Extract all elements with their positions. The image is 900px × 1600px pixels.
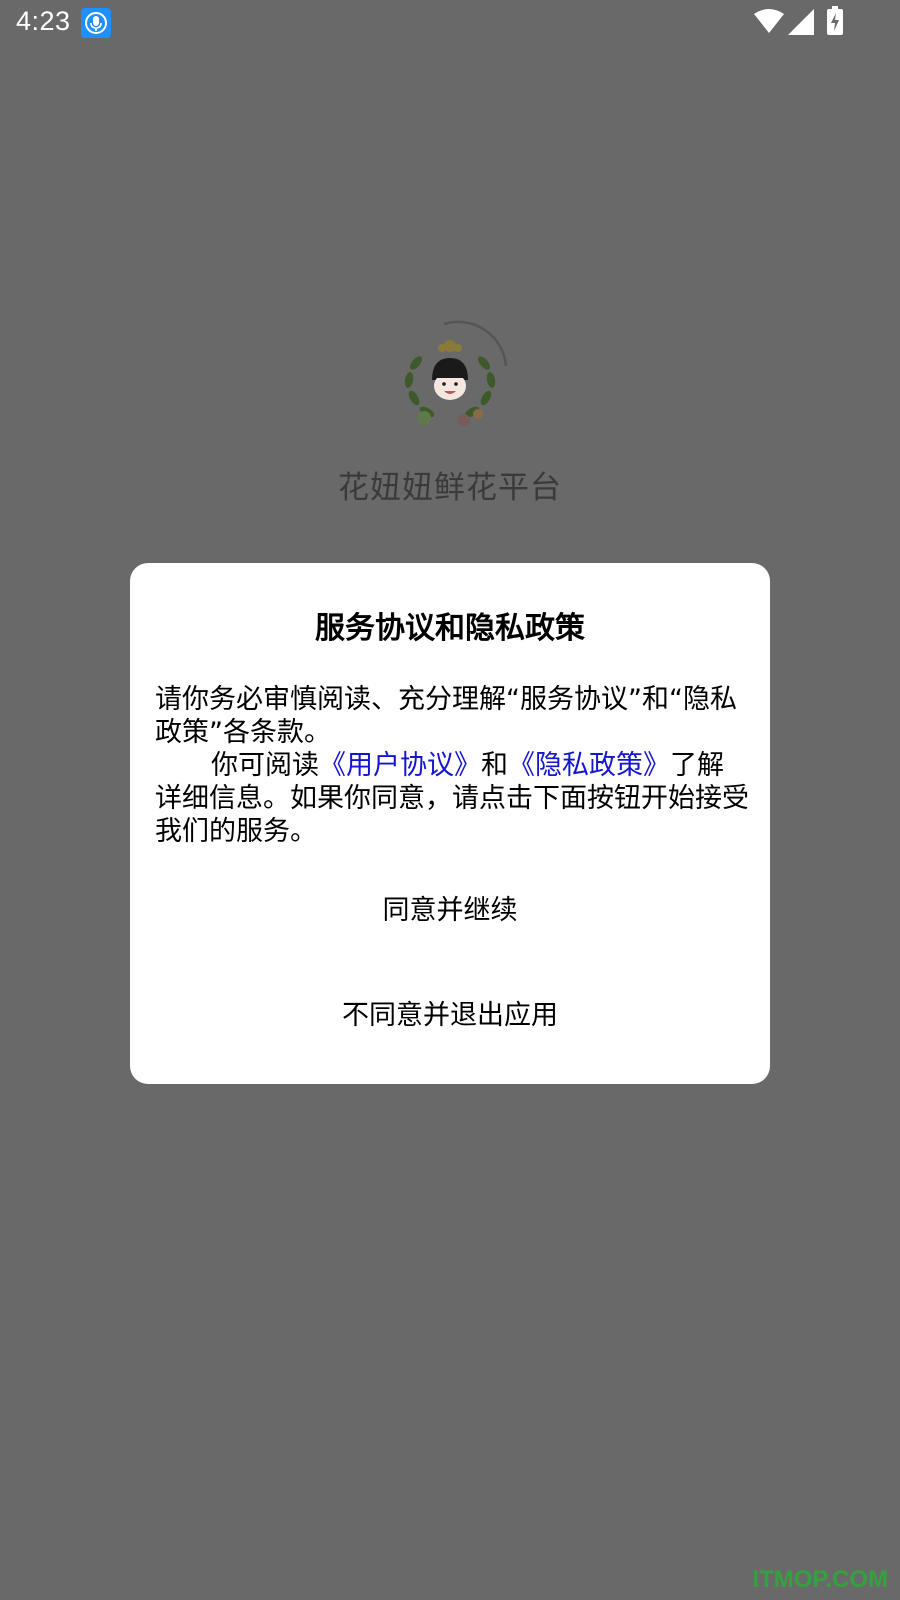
mic-icon [81,8,111,38]
dialog-paragraph-2: 你可阅读《用户协议》和《隐私政策》了解详细信息。如果你同意，请点击下面按钮开始接… [155,749,750,848]
status-bar: 4:23 [0,0,900,48]
dialog-title: 服务协议和隐私政策 [315,611,585,646]
signal-icon [788,9,814,39]
paragraph-2-prefix: 你可阅读 [211,750,319,781]
dialog-paragraph-1: 请你务必审慎阅读、充分理解“服务协议”和“隐私政策”各条款。 [155,684,737,748]
app-logo [394,318,512,436]
watermark: ITMOP.COM [752,1566,888,1593]
privacy-policy-link[interactable]: 《隐私政策》 [508,750,670,781]
user-agreement-link[interactable]: 《用户协议》 [319,750,481,781]
agree-continue-button[interactable]: 同意并继续 [130,876,770,946]
disagree-exit-button[interactable]: 不同意并退出应用 [130,981,770,1051]
status-time: 4:23 [16,6,71,36]
app-name: 花妞妞鲜花平台 [338,470,562,506]
paragraph-2-and: 和 [481,750,508,781]
privacy-dialog: 服务协议和隐私政策 请你务必审慎阅读、充分理解“服务协议”和“隐私政策”各条款。… [130,563,770,1084]
dialog-body: 请你务必审慎阅读、充分理解“服务协议”和“隐私政策”各条款。 你可阅读《用户协议… [155,683,750,848]
wifi-icon [754,8,784,38]
battery-charging-icon [826,6,844,40]
